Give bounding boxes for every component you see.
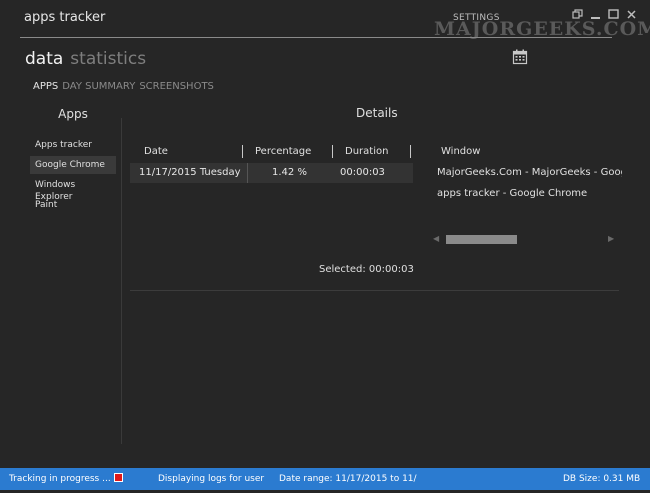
column-header-percentage[interactable]: Percentage [255, 146, 311, 157]
tab-data[interactable]: data [25, 49, 63, 69]
cell-percentage: 1.42 % [272, 167, 307, 178]
app-list: Apps tracker Google Chrome Windows Explo… [30, 136, 116, 216]
minimize-icon[interactable] [589, 8, 602, 21]
tracking-status: Tracking in progress ... [9, 473, 123, 484]
title-divider [20, 37, 612, 38]
restore-icon[interactable] [571, 8, 584, 21]
apps-header: Apps [58, 107, 88, 121]
column-header-date[interactable]: Date [144, 146, 168, 157]
date-range-text: Date range: 11/17/2015 to 11/ [279, 474, 417, 484]
calendar-icon[interactable] [512, 49, 528, 69]
window-item[interactable]: apps tracker - Google Chrome [437, 188, 622, 199]
list-item-paint[interactable]: Paint [30, 196, 116, 214]
status-bar: Tracking in progress ... Displaying logs… [0, 468, 650, 490]
tab-screenshots[interactable]: SCREENSHOTS [139, 81, 214, 92]
details-divider [130, 290, 619, 291]
close-icon[interactable] [625, 8, 638, 21]
sub-tabs: APPS DAY SUMMARY SCREENSHOTS [33, 81, 214, 92]
list-item-windows-explorer[interactable]: Windows Explorer [30, 176, 116, 202]
tab-apps[interactable]: APPS [33, 81, 58, 92]
table-row[interactable]: 11/17/2015 Tuesday 1.42 % 00:00:03 [130, 163, 413, 183]
main-tabs: data statistics [25, 49, 146, 69]
db-size-text: DB Size: 0.31 MB [563, 474, 641, 484]
row-cell-divider [247, 163, 248, 183]
selected-duration: Selected: 00:00:03 [319, 264, 414, 275]
scrollbar-thumb[interactable] [446, 235, 517, 244]
list-item-apps-tracker[interactable]: Apps tracker [30, 136, 116, 154]
tab-day-summary[interactable]: DAY SUMMARY [62, 81, 135, 92]
window-column-header[interactable]: Window [441, 146, 480, 157]
column-resize-handle[interactable] [410, 145, 411, 158]
displaying-logs-text: Displaying logs for user [158, 474, 265, 484]
list-item-google-chrome[interactable]: Google Chrome [30, 156, 116, 174]
tracking-status-text: Tracking in progress ... [9, 474, 111, 484]
horizontal-scrollbar[interactable]: ◀ ▶ [433, 233, 618, 247]
cell-date: 11/17/2015 Tuesday [139, 167, 241, 178]
column-header-duration[interactable]: Duration [345, 146, 388, 157]
scroll-right-icon[interactable]: ▶ [608, 234, 614, 243]
details-table-header: Date Percentage Duration [130, 143, 414, 162]
window-controls [571, 8, 638, 21]
cell-duration: 00:00:03 [340, 167, 385, 178]
column-resize-handle[interactable] [332, 145, 333, 158]
column-resize-handle[interactable] [242, 145, 243, 158]
details-header: Details [356, 106, 398, 120]
window-item[interactable]: MajorGeeks.Com - MajorGeeks - Goog [437, 167, 622, 178]
stop-tracking-button[interactable] [113, 473, 123, 482]
tab-statistics[interactable]: statistics [70, 49, 146, 69]
scroll-left-icon[interactable]: ◀ [433, 234, 439, 243]
maximize-icon[interactable] [607, 8, 620, 21]
panel-divider [121, 118, 122, 444]
app-title: apps tracker [24, 10, 106, 25]
